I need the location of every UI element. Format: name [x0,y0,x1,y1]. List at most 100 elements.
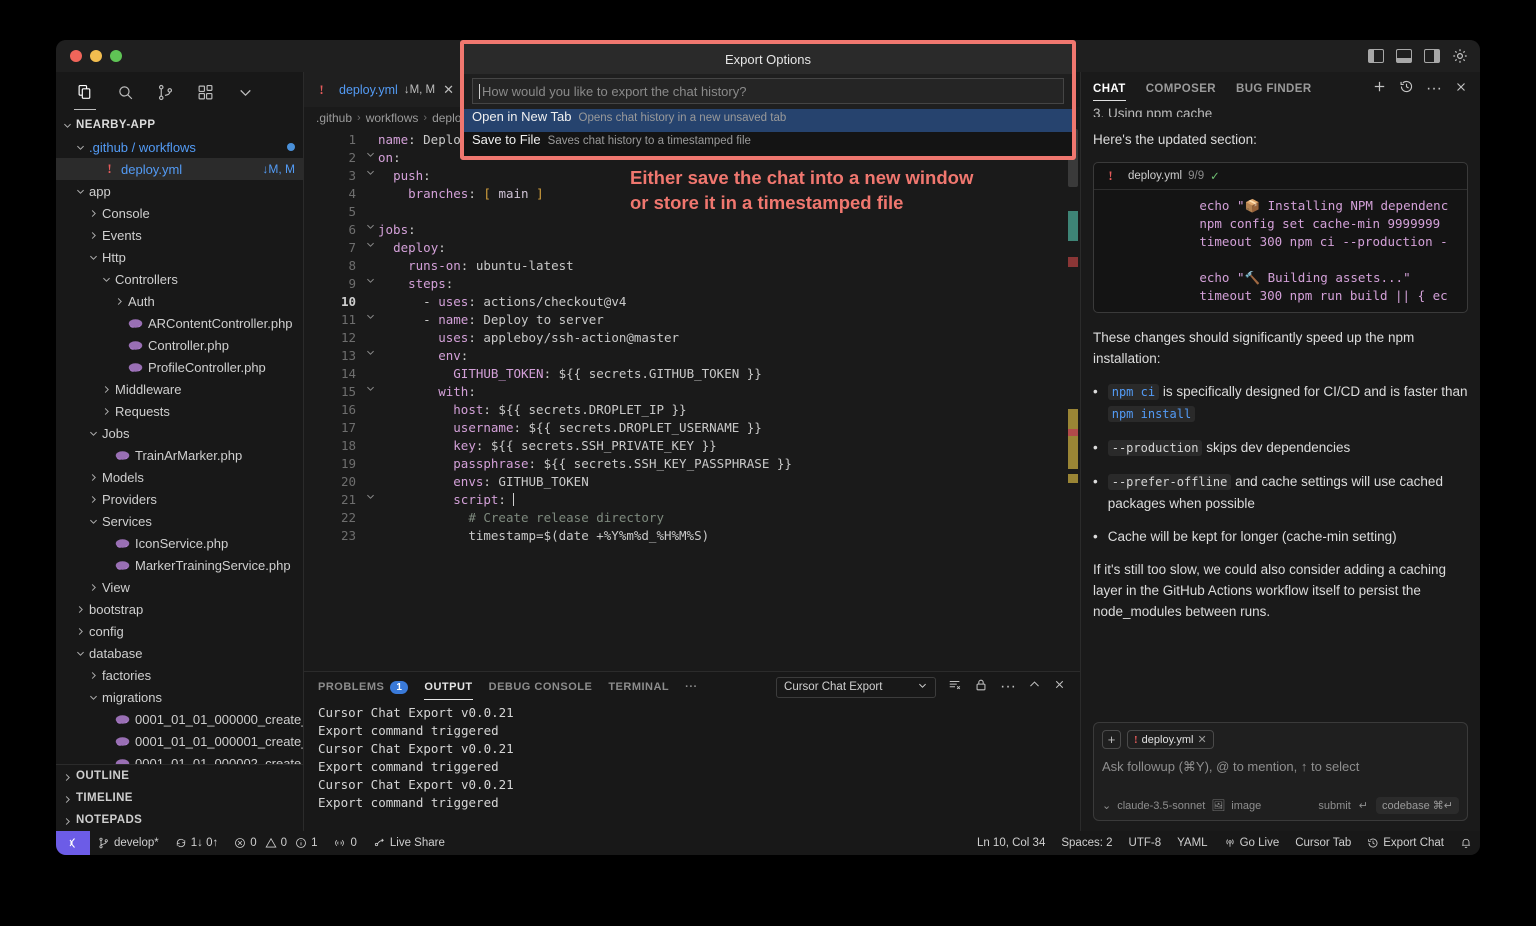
context-file-pill[interactable]: ! deploy.yml ✕ [1127,730,1214,749]
explorer-icon[interactable] [70,78,100,110]
chevron-down-icon[interactable] [88,251,100,263]
tree-folder-row[interactable]: factories [56,664,303,686]
tree-file-row[interactable]: 0001_01_01_000001_create_c... [56,730,303,752]
panel-tab-output[interactable]: OUTPUT [424,672,473,702]
fold-toggle-icon[interactable] [362,221,378,239]
status-export-chat[interactable]: Export Chat [1359,831,1452,855]
status-live-share[interactable]: Live Share [365,831,453,855]
editor-scrollbar[interactable] [1066,129,1080,671]
tree-file-row[interactable]: ! deploy.yml ↓M, M [56,158,303,180]
dialog-search-input[interactable]: How would you like to export the chat hi… [472,78,1064,104]
panel-tab-problems[interactable]: PROBLEMS 1 [318,672,409,702]
codebase-button[interactable]: codebase ⌘↵ [1376,797,1459,814]
clear-output-icon[interactable] [948,678,962,697]
status-go-live[interactable]: Go Live [1216,831,1288,855]
image-icon[interactable]: 🖼 [1211,799,1225,812]
chevron-right-icon[interactable] [62,814,74,826]
tree-folder-row[interactable]: Auth [56,290,303,312]
status-branch[interactable]: develop* [90,831,167,855]
tree-file-row[interactable]: 0001_01_01_000000_create_... [56,708,303,730]
panel-more-actions-icon[interactable]: ··· [1000,678,1016,696]
chevron-down-icon[interactable] [88,427,100,439]
chevron-down-icon[interactable] [88,515,100,527]
chevron-down-icon[interactable]: ⌄ [1102,799,1111,812]
tree-folder-row[interactable]: Console [56,202,303,224]
chevron-down-icon[interactable] [75,647,87,659]
code-line[interactable]: GITHUB_TOKEN: ${{ secrets.GITHUB_TOKEN }… [378,365,1080,383]
chevron-right-icon[interactable] [101,405,113,417]
toggle-primary-sidebar-icon[interactable] [1368,49,1384,63]
chevron-right-icon[interactable] [88,229,100,241]
fold-toggle-icon[interactable] [362,383,378,401]
fold-toggle-icon[interactable] [362,347,378,365]
chat-more-icon[interactable]: ··· [1426,80,1442,98]
tree-folder-row[interactable]: Middleware [56,378,303,400]
breadcrumb-item[interactable]: .github [316,111,352,125]
minimize-window-button[interactable] [90,50,102,62]
tree-folder-row[interactable]: app [56,180,303,202]
chevron-down-icon[interactable] [62,119,74,131]
sidebar-section-outline[interactable]: OUTLINE [56,765,303,787]
file-tree[interactable]: NEARBY-APP .github / workflows! deploy.yml… [56,112,303,764]
tree-folder-row[interactable]: Controllers [56,268,303,290]
sidebar-section-notepads[interactable]: NOTEPADS [56,809,303,831]
panel-more-tabs-icon[interactable]: ··· [685,672,698,702]
tree-folder-row[interactable]: Http [56,246,303,268]
tree-folder-row[interactable]: Events [56,224,303,246]
code-line[interactable]: deploy: [378,239,1080,257]
tree-folder-row[interactable]: Models [56,466,303,488]
tree-folder-row[interactable]: .github / workflows [56,136,303,158]
tree-folder-row[interactable]: Providers [56,488,303,510]
code-line[interactable]: username: ${{ secrets.DROPLET_USERNAME }… [378,419,1080,437]
code-line[interactable]: jobs: [378,221,1080,239]
chat-tab-bug-finder[interactable]: BUG FINDER [1236,72,1312,106]
tree-folder-row[interactable]: Jobs [56,422,303,444]
submit-label[interactable]: submit [1318,800,1350,812]
fold-toggle-icon[interactable] [362,311,378,329]
status-cursor-position[interactable]: Ln 10, Col 34 [969,831,1053,855]
remove-context-icon[interactable]: ✕ [1197,733,1206,746]
history-icon[interactable] [1399,79,1414,99]
tree-folder-row[interactable]: Services [56,510,303,532]
code-line[interactable]: # Create release directory [378,509,1080,527]
lock-icon[interactable] [974,678,988,697]
tree-root-row[interactable]: NEARBY-APP [56,114,303,136]
chat-input-placeholder[interactable]: Ask followup (⌘Y), @ to mention, ↑ to se… [1102,759,1459,775]
new-chat-icon[interactable] [1372,79,1387,99]
close-panel-icon[interactable] [1053,678,1066,696]
status-notifications[interactable] [1452,831,1480,855]
source-control-icon[interactable] [150,78,180,106]
tree-folder-row[interactable]: database [56,642,303,664]
chevron-down-icon[interactable] [230,78,260,106]
status-cursor-tab[interactable]: Cursor Tab [1287,831,1359,855]
fold-gutter[interactable] [362,131,378,671]
chevron-right-icon[interactable] [62,770,74,782]
add-context-icon[interactable]: + [1102,730,1121,749]
model-selector[interactable]: claude-3.5-sonnet [1117,800,1205,812]
remote-indicator[interactable] [56,831,90,855]
code-line[interactable]: key: ${{ secrets.SSH_PRIVATE_KEY }} [378,437,1080,455]
editor-tab-deploy-yml[interactable]: ! deploy.yml ↓M, M ✕ [304,72,465,107]
tree-folder-row[interactable]: migrations [56,686,303,708]
image-label[interactable]: image [1231,800,1261,812]
panel-tab-terminal[interactable]: TERMINAL [608,672,669,702]
tree-folder-row[interactable]: Requests [56,400,303,422]
fold-toggle-icon[interactable] [362,167,378,185]
chevron-right-icon[interactable] [88,669,100,681]
chevron-right-icon[interactable] [88,493,100,505]
code-line[interactable]: script: [378,491,1080,509]
toggle-panel-icon[interactable] [1396,49,1412,63]
maximize-panel-icon[interactable] [1028,678,1041,696]
status-problems[interactable]: 0 0 1 [226,831,325,855]
status-sync[interactable]: 1↓ 0↑ [167,831,227,855]
dialog-option-open-in-new-tab[interactable]: Open in New Tab Opens chat history in a n… [464,109,1072,132]
fold-toggle-icon[interactable] [362,239,378,257]
close-tab-icon[interactable]: ✕ [443,82,454,98]
fold-toggle-icon[interactable] [362,149,378,167]
code-line[interactable]: envs: GITHUB_TOKEN [378,473,1080,491]
breadcrumb-item[interactable]: workflows [366,111,419,125]
search-icon[interactable] [110,78,140,106]
status-language-mode[interactable]: YAML [1169,831,1215,855]
fold-toggle-icon[interactable] [362,275,378,293]
chevron-down-icon[interactable] [88,691,100,703]
